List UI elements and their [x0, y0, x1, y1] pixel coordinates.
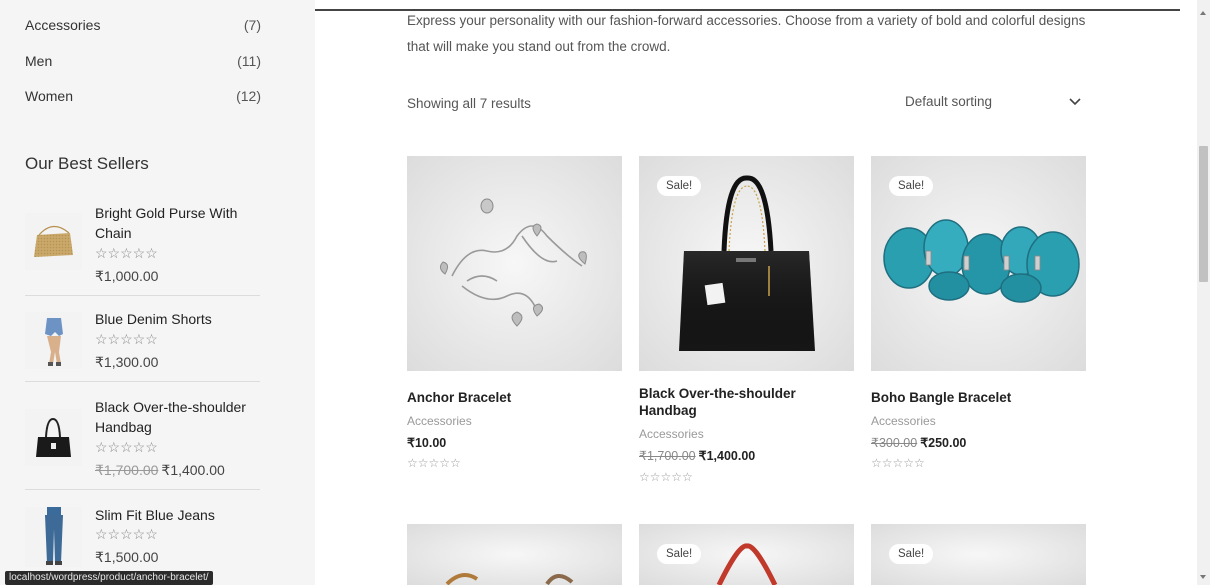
price-value: ₹1,400.00 [161, 462, 225, 478]
product-thumbnail[interactable] [25, 312, 82, 369]
rating-stars-icon: ☆☆☆☆☆ [871, 456, 925, 470]
product-price: ₹1,500.00 [95, 549, 158, 566]
scroll-down-icon[interactable] [1200, 575, 1206, 579]
sort-selected-value[interactable]: Default sorting [905, 94, 992, 109]
category-count: (11) [237, 53, 261, 69]
category-label[interactable]: Accessories [25, 17, 100, 33]
rating-stars-icon: ☆☆☆☆☆ [407, 456, 461, 470]
category-label[interactable]: Women [25, 88, 73, 104]
sale-badge: Sale! [657, 176, 702, 196]
price-value: ₹1,500.00 [95, 549, 159, 565]
best-seller-item[interactable]: Black Over-the-shoulder Handbag ☆☆☆☆☆ ₹1… [25, 397, 260, 487]
divider [25, 295, 260, 296]
product-name[interactable]: Black Over-the-shoulder Handbag [639, 385, 819, 419]
price-value: ₹250.00 [920, 436, 967, 450]
rating-stars-icon: ☆☆☆☆☆ [95, 526, 158, 542]
result-count: Showing all 7 results [407, 96, 531, 111]
sale-badge: Sale! [657, 544, 702, 564]
category-accessories[interactable]: Accessories (7) [25, 17, 261, 33]
price-value: ₹1,300.00 [95, 354, 159, 370]
product-category[interactable]: Accessories [407, 414, 472, 428]
product-name[interactable]: Black Over-the-shoulder Handbag [95, 397, 260, 437]
product-name[interactable]: Slim Fit Blue Jeans [95, 505, 260, 525]
rating-stars-icon: ☆☆☆☆☆ [95, 331, 158, 347]
product-image[interactable]: Sale! [871, 524, 1086, 585]
price-value: ₹1,000.00 [95, 268, 159, 284]
product-image[interactable]: Sale! [639, 524, 854, 585]
product-image-black-handbag[interactable]: Sale! [639, 156, 854, 371]
rating-stars-icon: ☆☆☆☆☆ [95, 439, 158, 455]
product-name[interactable]: Blue Denim Shorts [95, 309, 260, 329]
product-category[interactable]: Accessories [639, 427, 704, 441]
category-women[interactable]: Women (12) [25, 88, 261, 104]
product-image-anchor-bracelet[interactable] [407, 156, 622, 371]
category-men[interactable]: Men (11) [25, 53, 261, 69]
rating-stars-icon: ☆☆☆☆☆ [639, 470, 693, 484]
divider [25, 489, 260, 490]
product-name[interactable]: Boho Bangle Bracelet [871, 389, 1086, 406]
category-label[interactable]: Men [25, 53, 52, 69]
best-sellers-heading: Our Best Sellers [25, 154, 149, 173]
product-image-boho-bangle[interactable]: Sale! [871, 156, 1086, 371]
sale-badge: Sale! [889, 544, 934, 564]
product-thumbnail[interactable] [25, 409, 82, 466]
scroll-up-icon[interactable] [1200, 11, 1206, 15]
product-thumbnail[interactable] [25, 507, 82, 567]
category-description: Express your personality with our fashio… [407, 13, 1086, 54]
best-seller-item[interactable]: Slim Fit Blue Jeans ☆☆☆☆☆ ₹1,500.00 [25, 505, 260, 575]
status-url-tooltip: localhost/wordpress/product/anchor-brace… [5, 571, 213, 585]
divider [25, 381, 260, 382]
chevron-down-icon[interactable] [1068, 94, 1082, 111]
product-image[interactable] [407, 524, 622, 585]
old-price: ₹1,700.00 [95, 462, 159, 478]
product-category[interactable]: Accessories [871, 414, 936, 428]
price-value: ₹10.00 [407, 436, 447, 450]
product-price: ₹300.00 ₹250.00 [871, 435, 966, 450]
vertical-scrollbar[interactable] [1197, 0, 1210, 585]
scroll-thumb[interactable] [1199, 146, 1208, 282]
sale-badge: Sale! [889, 176, 934, 196]
old-price: ₹300.00 [871, 436, 918, 450]
product-name[interactable]: Anchor Bracelet [407, 389, 622, 406]
product-name[interactable]: Bright Gold Purse With Chain [95, 203, 260, 243]
best-seller-item[interactable]: Bright Gold Purse With Chain ☆☆☆☆☆ ₹1,00… [25, 203, 260, 293]
best-seller-item[interactable]: Blue Denim Shorts ☆☆☆☆☆ ₹1,300.00 [25, 309, 260, 379]
sidebar: Accessories (7) Men (11) Women (12) Our … [0, 0, 315, 585]
product-price: ₹10.00 [407, 435, 446, 450]
product-thumbnail[interactable] [25, 213, 82, 270]
product-price: ₹1,700.00 ₹1,400.00 [639, 448, 755, 463]
category-count: (7) [243, 17, 261, 33]
product-price: ₹1,300.00 [95, 354, 158, 371]
price-value: ₹1,400.00 [698, 449, 756, 463]
rating-stars-icon: ☆☆☆☆☆ [95, 245, 158, 261]
product-price: ₹1,700.00 ₹1,400.00 [95, 462, 225, 479]
product-price: ₹1,000.00 [95, 268, 158, 285]
old-price: ₹1,700.00 [639, 449, 696, 463]
category-count: (12) [236, 88, 261, 104]
